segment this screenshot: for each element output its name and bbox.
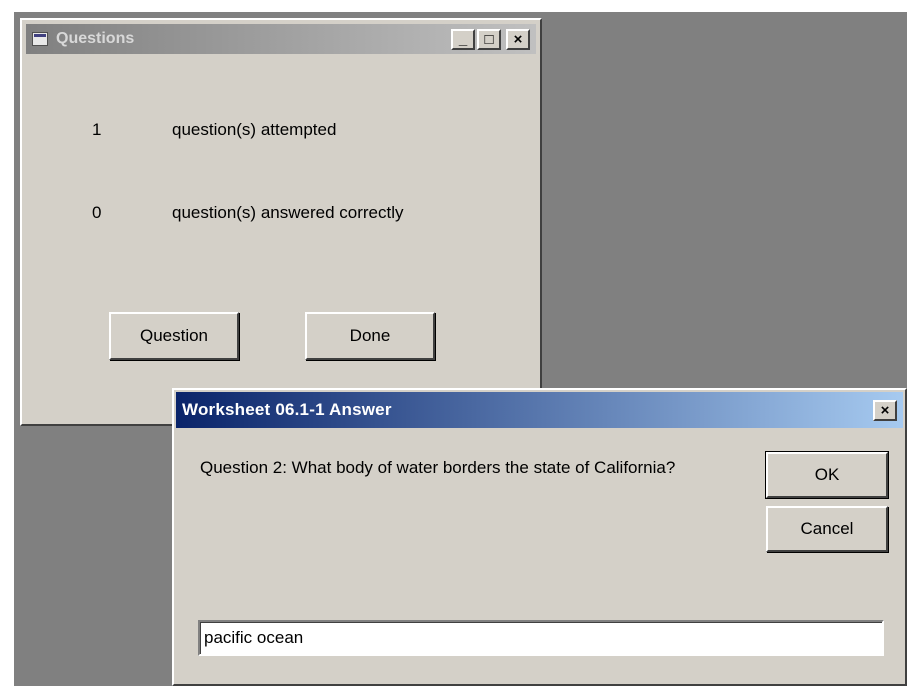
answer-input[interactable]: [198, 620, 884, 656]
questions-window: Questions _ □ × 1 question(s) attempted …: [20, 18, 542, 426]
answer-dialog-title: Worksheet 06.1-1 Answer: [182, 400, 392, 419]
ok-button[interactable]: OK: [765, 451, 889, 499]
minimize-button[interactable]: _: [451, 29, 475, 50]
answer-titlebar[interactable]: Worksheet 06.1-1 Answer ×: [176, 392, 903, 428]
answer-dialog: Worksheet 06.1-1 Answer × Question 2: Wh…: [172, 388, 907, 686]
cancel-button[interactable]: Cancel: [766, 506, 888, 552]
question-prompt: Question 2: What body of water borders t…: [200, 458, 676, 477]
close-button[interactable]: ×: [506, 29, 530, 50]
window-icon: [32, 32, 48, 46]
attempted-label: question(s) attempted: [172, 120, 337, 139]
close-button[interactable]: ×: [873, 400, 897, 421]
correct-label: question(s) answered correctly: [172, 203, 404, 222]
question-button[interactable]: Question: [109, 312, 239, 360]
done-button[interactable]: Done: [305, 312, 435, 360]
questions-titlebar[interactable]: Questions _ □ ×: [26, 24, 536, 54]
attempted-count: 1: [92, 120, 102, 139]
questions-window-title: Questions: [56, 30, 135, 47]
correct-count: 0: [92, 203, 102, 222]
maximize-button[interactable]: □: [477, 29, 501, 50]
